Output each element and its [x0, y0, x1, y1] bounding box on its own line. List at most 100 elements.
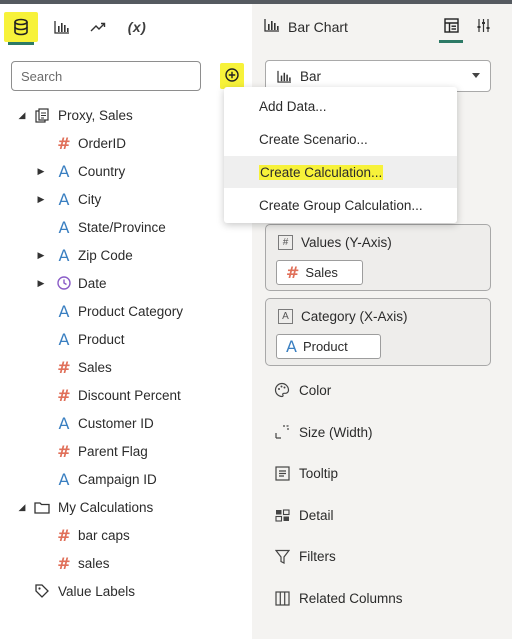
- property-label: Filters: [299, 548, 336, 564]
- bar-chart-icon: [264, 18, 280, 35]
- dataset-icon: [34, 107, 50, 123]
- menu-item-add-data[interactable]: Add Data...: [224, 90, 457, 122]
- measure-icon: #: [278, 235, 293, 250]
- tree-column-label: Zip Code: [78, 247, 133, 263]
- tab-visualizations[interactable]: [50, 12, 74, 42]
- grammar-header: Bar Chart: [252, 4, 512, 48]
- attribute-icon: A: [58, 329, 70, 349]
- measure-icon: #: [57, 525, 71, 545]
- caret-collapsed-icon[interactable]: ▶: [36, 194, 46, 204]
- tree-calculations-row[interactable]: ◢ My Calculations: [0, 493, 252, 521]
- columns-icon: [273, 589, 291, 607]
- properties-button[interactable]: [472, 16, 494, 38]
- property-label: Related Columns: [299, 590, 403, 606]
- tag-icon: [34, 583, 50, 599]
- tree-value-labels-label: Value Labels: [58, 583, 136, 599]
- tree-column-row[interactable]: ▶ Date: [0, 269, 252, 297]
- tree-column-row[interactable]: A Product Category: [0, 297, 252, 325]
- tree-column-row[interactable]: A Customer ID: [0, 409, 252, 437]
- tree-column-row[interactable]: A State/Province: [0, 213, 252, 241]
- layout-panel-icon: [443, 18, 459, 36]
- property-row-detail[interactable]: Detail: [273, 503, 334, 527]
- tree-column-label: Customer ID: [78, 415, 154, 431]
- property-label: Tooltip: [299, 465, 339, 481]
- property-row-color[interactable]: Color: [273, 378, 331, 402]
- data-panel: (x) ◢ Proxy, Sales # OrderID ▶ A Country ▶ A Ci…: [0, 4, 252, 639]
- calculation-items: # bar caps # sales: [0, 521, 252, 577]
- search-input[interactable]: [11, 61, 201, 91]
- filter-icon: [273, 547, 291, 565]
- settings-sliders-icon: [476, 18, 491, 36]
- tree-dataset-row[interactable]: ◢ Proxy, Sales: [0, 101, 252, 129]
- tab-data[interactable]: [4, 12, 38, 45]
- palette-icon: [273, 381, 291, 399]
- tree-column-row[interactable]: # Sales: [0, 353, 252, 381]
- tree-calculation-row[interactable]: # bar caps: [0, 521, 252, 549]
- menu-item-label: Add Data...: [259, 98, 327, 114]
- property-label: Color: [299, 382, 332, 398]
- category-x-axis-dropzone[interactable]: A Category (X-Axis) A Product: [265, 298, 491, 366]
- measure-icon: #: [286, 263, 300, 282]
- tree-column-row[interactable]: A Campaign ID: [0, 465, 252, 493]
- tree-column-label: State/Province: [78, 219, 166, 235]
- clock-icon: [56, 275, 72, 291]
- menu-item-create-scenario[interactable]: Create Scenario...: [224, 123, 457, 155]
- tree-value-labels-row[interactable]: Value Labels: [0, 577, 252, 605]
- tree-calculation-row[interactable]: # sales: [0, 549, 252, 577]
- tab-calculations[interactable]: (x): [122, 12, 152, 42]
- tree-calculation-label: bar caps: [78, 527, 130, 543]
- layout-panel-button[interactable]: [439, 16, 463, 43]
- menu-item-create-group-calculation[interactable]: Create Group Calculation...: [224, 189, 457, 221]
- category-chip-product[interactable]: A Product: [276, 334, 381, 359]
- plus-circle-icon: [225, 67, 239, 85]
- tree-column-row[interactable]: # OrderID: [0, 129, 252, 157]
- caret-expanded-icon[interactable]: ◢: [17, 110, 27, 120]
- values-y-axis-dropzone[interactable]: # Values (Y-Axis) # Sales: [265, 224, 491, 291]
- menu-item-label: Create Scenario...: [259, 131, 368, 147]
- tab-analytics[interactable]: [86, 12, 110, 42]
- values-dropzone-label: Values (Y-Axis): [301, 235, 392, 250]
- tree-column-label: City: [78, 191, 102, 207]
- values-chip-sales[interactable]: # Sales: [276, 260, 363, 285]
- trend-line-icon: [90, 22, 106, 32]
- property-row-tooltip[interactable]: Tooltip: [273, 461, 338, 485]
- tree-column-label: Discount Percent: [78, 387, 181, 403]
- tree-column-row[interactable]: # Parent Flag: [0, 437, 252, 465]
- caret-collapsed-icon[interactable]: ▶: [36, 166, 46, 176]
- tree-column-row[interactable]: ▶ A Zip Code: [0, 241, 252, 269]
- tree-column-row[interactable]: A Product: [0, 325, 252, 353]
- caret-expanded-icon[interactable]: ◢: [17, 502, 27, 512]
- menu-item-create-calculation[interactable]: Create Calculation...: [224, 156, 457, 188]
- tooltip-icon: [273, 464, 291, 482]
- attribute-icon: A: [278, 309, 293, 324]
- tree-calculations-label: My Calculations: [58, 499, 154, 515]
- measure-icon: #: [57, 357, 71, 377]
- database-icon: [13, 18, 29, 36]
- tree-calculation-label: sales: [78, 555, 110, 571]
- property-row-filters[interactable]: Filters: [273, 544, 336, 568]
- tree-column-row[interactable]: ▶ A City: [0, 185, 252, 213]
- measure-icon: #: [57, 133, 71, 153]
- attribute-icon: A: [58, 469, 70, 489]
- attribute-icon: A: [58, 189, 70, 209]
- attribute-icon: A: [58, 301, 70, 321]
- add-button[interactable]: [220, 63, 244, 89]
- tree-column-label: Product Category: [78, 303, 184, 319]
- data-tree: ◢ Proxy, Sales # OrderID ▶ A Country ▶ A City A S…: [0, 101, 252, 605]
- menu-item-label: Create Group Calculation...: [259, 197, 423, 213]
- attribute-icon: A: [58, 245, 70, 265]
- tree-dataset-label: Proxy, Sales: [58, 107, 133, 123]
- tree-column-row[interactable]: ▶ A Country: [0, 157, 252, 185]
- values-chip-label: Sales: [305, 265, 338, 280]
- caret-collapsed-icon[interactable]: ▶: [36, 278, 46, 288]
- tree-column-row[interactable]: # Discount Percent: [0, 381, 252, 409]
- measure-icon: #: [57, 441, 71, 461]
- caret-collapsed-icon[interactable]: ▶: [36, 250, 46, 260]
- bar-chart-icon: [277, 70, 292, 86]
- calc-icon: (x): [127, 19, 147, 35]
- tree-column-label: Date: [78, 275, 107, 291]
- property-row-related-columns[interactable]: Related Columns: [273, 586, 403, 610]
- property-row-size-width[interactable]: Size (Width): [273, 420, 373, 444]
- measure-icon: #: [57, 553, 71, 573]
- menu-item-label: Create Calculation...: [259, 164, 384, 180]
